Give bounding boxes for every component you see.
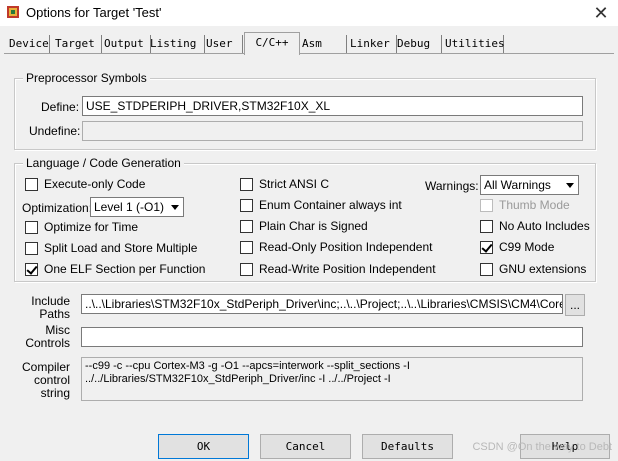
one-elf-checkbox[interactable]: One ELF Section per Function	[25, 262, 205, 276]
thumb-mode-label: Thumb Mode	[499, 198, 570, 212]
include-label-line1: Include	[31, 294, 70, 308]
checkbox-box	[240, 198, 253, 212]
checkbox-box	[25, 177, 38, 191]
c-cpp-panel: Preprocessor Symbols Define: USE_STDPERI…	[4, 54, 614, 430]
tab-c-cpp[interactable]: C/C++	[244, 32, 300, 55]
app-icon	[7, 6, 19, 18]
c99-mode-label: C99 Mode	[499, 240, 555, 254]
checkbox-box	[480, 198, 493, 212]
warnings-value: All Warnings	[484, 178, 551, 192]
warnings-select[interactable]: All Warnings	[480, 175, 579, 195]
optimize-time-label: Optimize for Time	[44, 220, 139, 234]
no-auto-includes-label: No Auto Includes	[499, 219, 590, 233]
execute-only-label: Execute-only Code	[44, 177, 146, 191]
chevron-down-icon	[166, 198, 183, 216]
no-auto-includes-checkbox[interactable]: No Auto Includes	[480, 219, 590, 233]
window-title: Options for Target 'Test'	[26, 5, 162, 20]
language-group: Language / Code Generation Execute-only …	[14, 156, 596, 282]
checkbox-box	[25, 220, 38, 234]
rw-pi-checkbox[interactable]: Read-Write Position Independent	[240, 262, 436, 276]
cancel-button[interactable]: Cancel	[260, 434, 351, 459]
watermark: CSDN @On the way to Debt	[472, 441, 612, 453]
checkbox-box	[240, 219, 253, 233]
tab-output[interactable]: Output	[101, 35, 151, 53]
misc-controls-field[interactable]	[81, 327, 583, 347]
compiler-control-string[interactable]: --c99 -c --cpu Cortex-M3 -g -O1 --apcs=i…	[81, 357, 583, 401]
compiler-control-label: Compiler control string	[10, 361, 70, 400]
checkbox-box	[480, 219, 493, 233]
ro-pi-checkbox[interactable]: Read-Only Position Independent	[240, 240, 432, 254]
defaults-button[interactable]: Defaults	[362, 434, 453, 459]
define-field[interactable]: USE_STDPERIPH_DRIVER,STM32F10X_XL	[82, 96, 583, 116]
ok-button[interactable]: OK	[158, 434, 249, 459]
compiler-label-line3: string	[40, 386, 70, 400]
rw-pi-label: Read-Write Position Independent	[259, 262, 436, 276]
compiler-label-line1: Compiler	[21, 360, 70, 374]
preprocessor-group: Preprocessor Symbols Define: USE_STDPERI…	[14, 71, 596, 150]
checkbox-box-checked	[25, 262, 38, 276]
strict-ansi-label: Strict ANSI C	[259, 177, 330, 191]
tab-asm[interactable]: Asm	[299, 35, 347, 53]
strict-ansi-checkbox[interactable]: Strict ANSI C	[240, 177, 329, 191]
checkbox-box	[480, 262, 493, 276]
optimization-label: Optimization:	[22, 201, 93, 215]
checkbox-box	[240, 177, 253, 191]
tab-listing[interactable]: Listing	[147, 35, 205, 53]
execute-only-checkbox[interactable]: Execute-only Code	[25, 177, 145, 191]
ro-pi-label: Read-Only Position Independent	[259, 240, 433, 254]
undefine-label: Undefine:	[29, 124, 81, 138]
misc-label-line1: Misc	[45, 323, 70, 337]
enum-container-checkbox[interactable]: Enum Container always int	[240, 198, 402, 212]
compiler-label-line2: control	[33, 373, 70, 387]
include-paths-field[interactable]: ..\..\Libraries\STM32F10x_StdPeriph_Driv…	[81, 294, 563, 314]
title-bar: Options for Target 'Test' ✕	[0, 0, 618, 26]
tab-device[interactable]: Device	[6, 35, 50, 53]
include-paths-label: Include Paths	[10, 295, 70, 321]
gnu-extensions-checkbox[interactable]: GNU extensions	[480, 262, 586, 276]
split-load-checkbox[interactable]: Split Load and Store Multiple	[25, 241, 197, 255]
optimize-time-checkbox[interactable]: Optimize for Time	[25, 220, 138, 234]
one-elf-label: One ELF Section per Function	[44, 262, 206, 276]
preprocessor-title: Preprocessor Symbols	[23, 71, 150, 85]
checkbox-box-checked	[480, 240, 493, 254]
close-icon[interactable]: ✕	[584, 0, 618, 26]
split-load-label: Split Load and Store Multiple	[44, 241, 198, 255]
checkbox-box	[25, 241, 38, 255]
tab-debug[interactable]: Debug	[394, 35, 442, 53]
browse-button[interactable]: ...	[565, 294, 585, 316]
language-title: Language / Code Generation	[23, 156, 184, 170]
plain-char-label: Plain Char is Signed	[259, 219, 368, 233]
tab-utilities[interactable]: Utilities	[442, 35, 505, 53]
checkbox-box	[240, 262, 253, 276]
undefine-field[interactable]	[82, 121, 583, 141]
include-label-line2: Paths	[39, 307, 70, 321]
chevron-down-icon	[561, 176, 578, 194]
tab-strip: Device Target Output Listing User C/C++ …	[4, 32, 614, 55]
enum-container-label: Enum Container always int	[259, 198, 402, 212]
checkbox-box	[240, 240, 253, 254]
tab-target[interactable]: Target	[52, 35, 102, 53]
define-label: Define:	[41, 100, 80, 114]
optimization-select[interactable]: Level 1 (-O1)	[90, 197, 184, 217]
optimization-value: Level 1 (-O1)	[94, 200, 165, 214]
c99-mode-checkbox[interactable]: C99 Mode	[480, 240, 554, 254]
misc-controls-label: Misc Controls	[10, 324, 70, 350]
plain-char-checkbox[interactable]: Plain Char is Signed	[240, 219, 368, 233]
gnu-extensions-label: GNU extensions	[499, 262, 587, 276]
tab-user[interactable]: User	[203, 35, 243, 53]
tab-linker[interactable]: Linker	[347, 35, 397, 53]
warnings-label: Warnings:	[425, 179, 479, 193]
misc-label-line2: Controls	[25, 336, 70, 350]
thumb-mode-checkbox[interactable]: Thumb Mode	[480, 198, 570, 212]
